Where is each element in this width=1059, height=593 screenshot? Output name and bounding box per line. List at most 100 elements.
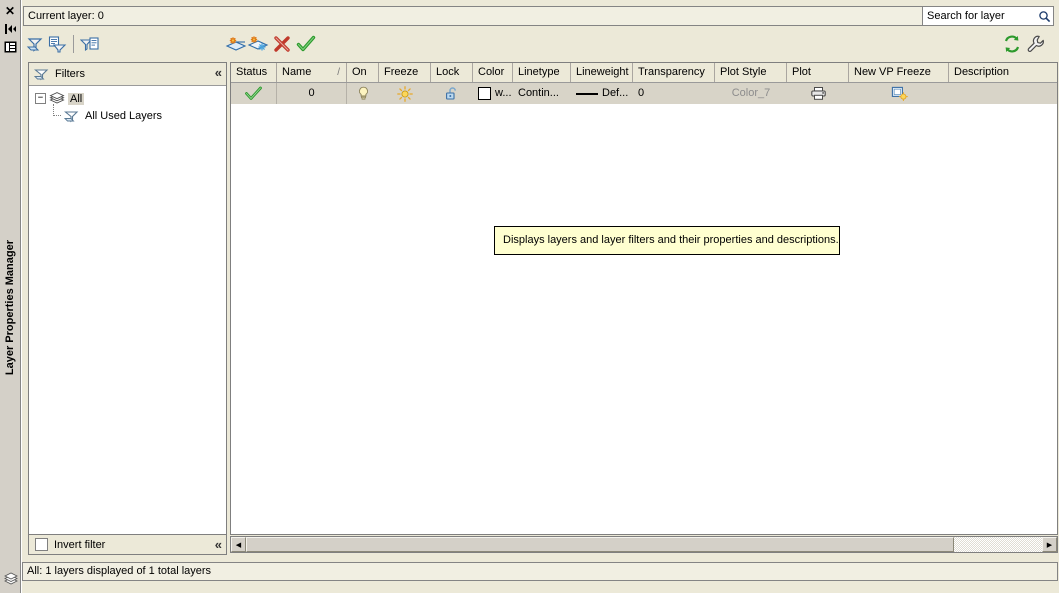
cell-status[interactable]: [231, 83, 277, 104]
column-header-linetype-label: Linetype: [518, 66, 560, 78]
sun-thaw-icon: [397, 85, 413, 102]
cell-linetype[interactable]: Contin...: [513, 83, 571, 104]
cell-freeze[interactable]: [379, 83, 431, 104]
column-header-name[interactable]: Name /: [277, 63, 347, 82]
header-row: Current layer: 0 Search for layer: [22, 6, 1058, 28]
column-header-lock-label: Lock: [436, 66, 460, 78]
color-swatch: [478, 87, 491, 100]
column-header-lineweight[interactable]: Lineweight: [571, 63, 633, 82]
palette-body: Current layer: 0 Search for layer Filter…: [21, 0, 1059, 593]
dock-title-label: Layer Properties Manager: [4, 240, 16, 376]
delete-layer-button[interactable]: [271, 33, 293, 55]
dock-strip: ✕ Layer Properties Manager: [0, 0, 21, 593]
scrollbar-thumb[interactable]: [246, 537, 955, 552]
layer-properties-manager-window: ✕ Layer Properties Manager Current layer…: [0, 0, 1059, 593]
column-header-plot-style[interactable]: Plot Style: [715, 63, 787, 82]
layer-list-panel: Status Name / On Freeze Lock Color Linety…: [230, 62, 1058, 535]
layers-icon: [3, 571, 19, 587]
column-header-plot[interactable]: Plot: [787, 63, 849, 82]
table-body: 0 w... Contin... Def... 0 Color_7: [231, 83, 1057, 104]
column-header-new-vp-freeze-label: New VP Freeze: [854, 66, 931, 78]
filter-tree-item-all-label[interactable]: All: [68, 92, 85, 105]
column-header-plot-label: Plot: [792, 66, 811, 78]
cell-color[interactable]: w...: [473, 83, 513, 104]
new-layer-vp-frozen-button[interactable]: [247, 33, 269, 55]
tree-expander-icon[interactable]: −: [35, 93, 46, 104]
column-header-name-label: Name: [282, 66, 312, 78]
filter-tree-item-all-used-layers-label[interactable]: All Used Layers: [83, 110, 164, 122]
layer-states-manager-button[interactable]: [79, 33, 101, 55]
invert-filter-label[interactable]: Invert filter: [54, 539, 105, 551]
status-bar: All: 1 layers displayed of 1 total layer…: [22, 562, 1058, 581]
column-header-transparency[interactable]: Transparency: [633, 63, 715, 82]
column-header-transparency-label: Transparency: [638, 66, 705, 78]
cell-lineweight[interactable]: Def...: [571, 83, 633, 104]
current-layer-label: Current layer: 0: [23, 6, 923, 26]
cell-new-vp-freeze[interactable]: [849, 83, 949, 104]
auto-hide-icon[interactable]: [3, 21, 18, 36]
chevron-double-left-icon[interactable]: «: [215, 66, 222, 80]
tree-guide: [49, 104, 63, 124]
plotter-icon: [810, 87, 826, 100]
scrollbar-track[interactable]: [246, 537, 1042, 552]
column-header-freeze[interactable]: Freeze: [379, 63, 431, 82]
scroll-left-arrow-icon[interactable]: ◀: [231, 537, 246, 552]
invert-filter-bar: Invert filter «: [28, 535, 227, 555]
properties-icon[interactable]: [3, 39, 18, 54]
column-header-linetype[interactable]: Linetype: [513, 63, 571, 82]
set-current-button[interactable]: [295, 33, 317, 55]
cell-plot[interactable]: [787, 83, 849, 104]
scroll-right-arrow-icon[interactable]: ▶: [1042, 537, 1057, 552]
column-header-color[interactable]: Color: [473, 63, 513, 82]
column-header-description[interactable]: Description: [949, 63, 1057, 82]
filter-tree-item-all[interactable]: − All: [35, 90, 226, 107]
close-icon[interactable]: ✕: [3, 3, 18, 18]
search-input[interactable]: Search for layer: [922, 6, 1054, 26]
column-header-on[interactable]: On: [347, 63, 379, 82]
sort-indicator-icon: /: [337, 67, 340, 78]
filters-header: Filters «: [29, 63, 226, 86]
new-layer-button[interactable]: [225, 33, 247, 55]
column-header-plot-style-label: Plot Style: [720, 66, 767, 78]
tooltip: Displays layers and layer filters and th…: [494, 226, 840, 255]
filters-tree: − All All Used Layers: [29, 86, 226, 124]
column-header-new-vp-freeze[interactable]: New VP Freeze: [849, 63, 949, 82]
cell-description[interactable]: [949, 83, 1057, 104]
layers-icon: [48, 92, 66, 106]
cell-lock[interactable]: [431, 83, 473, 104]
filters-header-label: Filters: [55, 68, 85, 80]
search-input-text[interactable]: Search for layer: [923, 7, 1035, 25]
column-header-freeze-label: Freeze: [384, 66, 419, 78]
wrench-icon[interactable]: [1025, 33, 1047, 55]
table-row[interactable]: 0 w... Contin... Def... 0 Color_7: [231, 83, 1057, 104]
cell-lineweight-label: Def...: [602, 87, 629, 99]
horizontal-scrollbar[interactable]: ◀ ▶: [230, 536, 1058, 553]
cell-on[interactable]: [347, 83, 379, 104]
column-header-lineweight-label: Lineweight: [576, 66, 629, 78]
chevron-double-left-icon[interactable]: «: [215, 538, 222, 552]
search-icon[interactable]: [1035, 7, 1053, 25]
toolbar-separator: [73, 35, 74, 53]
column-header-status-label: Status: [236, 66, 268, 78]
dock-title: Layer Properties Manager: [0, 240, 21, 540]
filter-icon: [63, 109, 81, 123]
padlock-open-icon: [446, 86, 456, 100]
lightbulb-on-icon: [358, 86, 368, 100]
cell-transparency[interactable]: 0: [633, 83, 715, 104]
column-header-description-label: Description: [954, 66, 1010, 78]
filter-tree-item-all-used-layers[interactable]: All Used Layers: [49, 104, 226, 124]
invert-filter-checkbox[interactable]: [35, 538, 48, 551]
new-vp-freeze-icon: [891, 86, 908, 101]
column-header-lock[interactable]: Lock: [431, 63, 473, 82]
filters-panel: Filters « − All All Used Layers: [28, 62, 227, 535]
new-group-filter-button[interactable]: [47, 33, 69, 55]
cell-name[interactable]: 0: [277, 83, 347, 104]
filter-icon: [32, 65, 52, 83]
current-layer-check-icon: [245, 86, 262, 100]
new-property-filter-button[interactable]: [25, 33, 47, 55]
column-header-color-label: Color: [478, 66, 505, 78]
cell-plot-style[interactable]: Color_7: [715, 83, 787, 104]
refresh-button[interactable]: [1001, 33, 1023, 55]
table-column-header: Status Name / On Freeze Lock Color Linety…: [231, 63, 1057, 83]
column-header-status[interactable]: Status: [231, 63, 277, 82]
